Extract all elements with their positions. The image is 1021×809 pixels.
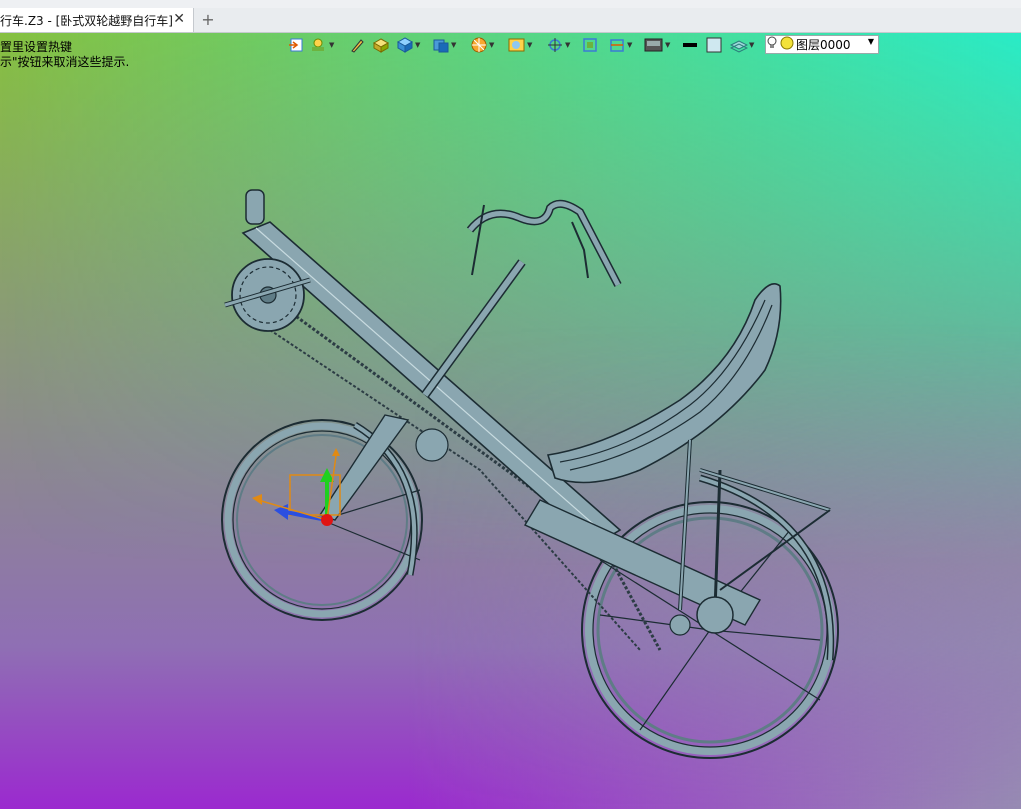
pivot-icon[interactable]: ▼ bbox=[546, 34, 570, 56]
export-icon[interactable] bbox=[288, 34, 304, 56]
bulb-icon[interactable] bbox=[766, 36, 778, 53]
fit-icon[interactable] bbox=[582, 34, 598, 56]
section-icon[interactable]: ▼ bbox=[608, 34, 632, 56]
light-icon[interactable]: ▼ bbox=[310, 34, 334, 56]
cube-icon[interactable]: ▼ bbox=[396, 34, 420, 56]
recumbent-bike-model[interactable] bbox=[0, 0, 1021, 809]
document-tab-bar: 行车.Z3 - [卧式双轮越野自行车] ✕ + bbox=[0, 8, 1021, 33]
hint-line-2: 示"按钮来取消这些提示. bbox=[0, 55, 130, 69]
new-tab-button[interactable]: + bbox=[200, 10, 216, 30]
layer-color-icon bbox=[780, 36, 794, 53]
box-3d-icon[interactable] bbox=[372, 34, 390, 56]
render-ball-icon[interactable]: ▼ bbox=[470, 34, 494, 56]
coordinate-triad[interactable] bbox=[252, 448, 341, 526]
display-mode-icon[interactable]: ▼ bbox=[644, 34, 670, 56]
pen-icon[interactable] bbox=[350, 34, 364, 56]
graphics-viewport[interactable] bbox=[0, 0, 1021, 809]
layer-name: 图层0000 bbox=[796, 38, 851, 52]
seat[interactable] bbox=[546, 283, 782, 484]
shade-icon[interactable]: ▼ bbox=[508, 34, 532, 56]
view-cube-icon[interactable]: ▼ bbox=[432, 34, 456, 56]
line-color-icon[interactable] bbox=[682, 34, 698, 56]
document-tab[interactable]: 行车.Z3 - [卧式双轮越野自行车] ✕ bbox=[0, 8, 194, 32]
close-icon[interactable]: ✕ bbox=[173, 11, 185, 27]
chevron-down-icon[interactable]: ▼ bbox=[868, 37, 874, 46]
layer-manager-icon[interactable]: ▼ bbox=[730, 34, 754, 56]
document-tab-title: 行车.Z3 - [卧式双轮越野自行车] bbox=[0, 13, 173, 28]
layer-select[interactable]: 图层0000 ▼ bbox=[765, 35, 879, 54]
face-color-icon[interactable] bbox=[706, 34, 722, 56]
